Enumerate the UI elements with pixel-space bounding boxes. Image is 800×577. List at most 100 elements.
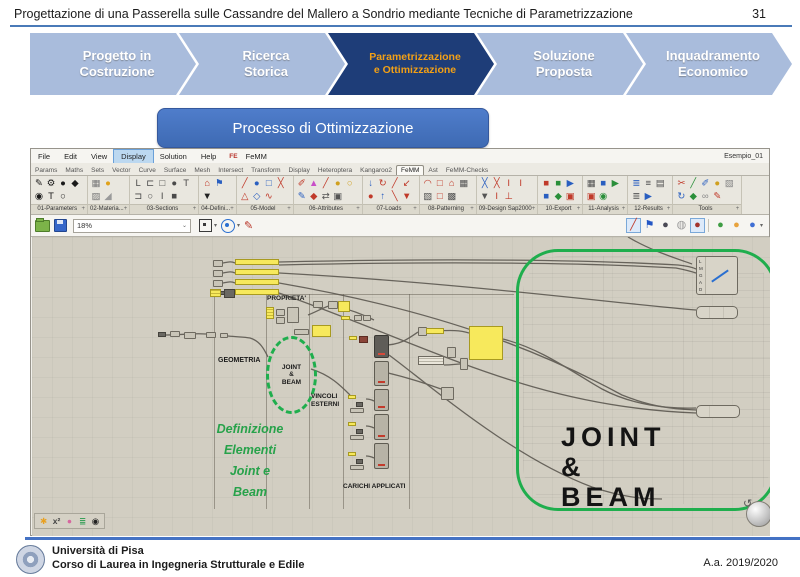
gh-node[interactable] xyxy=(158,332,166,337)
wireframe-preview-icon[interactable]: ◍ xyxy=(674,218,689,233)
toolbar-group-label[interactable]: 09-Design Sap2000+ xyxy=(477,204,538,214)
toolbar-group-label[interactable]: 05-Model+ xyxy=(237,204,293,214)
tab-femm[interactable]: FeMM xyxy=(396,165,424,175)
gh-node[interactable] xyxy=(210,289,221,297)
toolbar-icon[interactable]: □ xyxy=(263,177,275,190)
toolbar-icon[interactable]: ≡ xyxy=(642,177,654,190)
tab-maths[interactable]: Maths xyxy=(61,166,87,175)
toolbar-icon[interactable]: I xyxy=(156,190,168,203)
grasshopper-widget-icon[interactable]: ✱ xyxy=(37,515,50,527)
femm-component[interactable] xyxy=(374,414,389,440)
gh-node[interactable] xyxy=(213,260,223,267)
gh-node[interactable] xyxy=(213,270,223,277)
toolbar-icon[interactable]: ▧ xyxy=(422,190,434,203)
toolbar-icon[interactable]: I xyxy=(491,190,503,203)
menu-item-help[interactable]: Help xyxy=(194,150,223,163)
gh-node[interactable] xyxy=(350,435,364,440)
node-canvas[interactable]: PROPRIETA' GEOMETRIA JOINT & BEAM VINCOL… xyxy=(32,237,770,536)
toolbar-icon[interactable]: ⊐ xyxy=(132,190,144,203)
toolbar-icon[interactable]: ● xyxy=(332,177,344,190)
toolbar-icon[interactable]: ◆ xyxy=(687,190,699,203)
toolbar-icon[interactable]: ✂ xyxy=(675,177,687,190)
hidden-preview-icon[interactable]: ● xyxy=(658,218,673,233)
toolbar-icon[interactable]: ▼ xyxy=(401,190,413,203)
line-component[interactable]: LMGAD xyxy=(696,256,738,295)
toolbar-icon[interactable]: ○ xyxy=(144,190,156,203)
toolbar-icon[interactable]: ● xyxy=(168,177,180,190)
tab-intersect[interactable]: Intersect xyxy=(214,166,247,175)
gh-node[interactable] xyxy=(354,315,362,321)
toolbar-icon[interactable]: △ xyxy=(239,190,251,203)
tab-femm-checks[interactable]: FeMM-Checks xyxy=(442,166,492,175)
draft-display-icon[interactable]: ⚑ xyxy=(642,218,657,233)
toolbar-icon[interactable]: ● xyxy=(711,177,723,190)
number-slider[interactable] xyxy=(235,269,279,275)
toolbar-icon[interactable]: ● xyxy=(102,177,114,190)
solver-pause-icon[interactable]: ● xyxy=(729,218,744,233)
toolbar-group-label[interactable]: Tools+ xyxy=(673,204,741,214)
gh-node[interactable] xyxy=(213,280,223,287)
preview-eye-icon[interactable] xyxy=(221,219,235,233)
gh-node[interactable] xyxy=(447,347,456,358)
femm-component[interactable] xyxy=(374,335,389,358)
toolbar-icon[interactable]: ▶ xyxy=(609,177,621,190)
toolbar-icon[interactable]: ▲ xyxy=(308,177,320,190)
solver-on-icon[interactable]: ● xyxy=(713,218,728,233)
paint-canvas-icon[interactable]: ✎ xyxy=(244,219,253,232)
menu-item-femm[interactable]: FeMM xyxy=(239,150,274,163)
gh-node[interactable] xyxy=(350,465,364,470)
gh-node[interactable] xyxy=(328,301,338,309)
number-slider[interactable] xyxy=(235,259,279,265)
toolbar-icon[interactable]: ○ xyxy=(57,190,69,203)
menu-item-view[interactable]: View xyxy=(84,150,114,163)
gh-node[interactable] xyxy=(313,301,323,308)
toolbar-icon[interactable]: ▦ xyxy=(90,177,102,190)
number-slider[interactable] xyxy=(235,279,279,285)
toolbar-icon[interactable]: ◉ xyxy=(597,190,609,203)
pill-component[interactable] xyxy=(696,306,738,319)
gh-node[interactable] xyxy=(341,316,350,320)
menu-item-file[interactable]: File xyxy=(31,150,57,163)
femm-component[interactable] xyxy=(374,389,389,411)
panel-node[interactable] xyxy=(469,326,503,360)
menu-item-solution[interactable]: Solution xyxy=(153,150,194,163)
toolbar-icon[interactable]: ╳ xyxy=(491,177,503,190)
toolbar-icon[interactable]: ╱ xyxy=(320,177,332,190)
gh-node[interactable] xyxy=(441,387,454,400)
toolbar-group-label[interactable]: 01-Parameters+ xyxy=(31,204,87,214)
toolbar-icon[interactable]: ◆ xyxy=(308,190,320,203)
toolbar-icon[interactable]: □ xyxy=(434,177,446,190)
gh-node[interactable] xyxy=(170,331,180,337)
toolbar-icon[interactable]: ↻ xyxy=(377,177,389,190)
tab-kangaroo2[interactable]: Kangaroo2 xyxy=(356,166,396,175)
galapagos-widget-icon[interactable]: ● xyxy=(63,515,76,527)
tab-params[interactable]: Params xyxy=(31,166,61,175)
zoom-dropdown[interactable]: 18% ⌄ xyxy=(73,219,191,233)
toolbar-icon[interactable]: ✐ xyxy=(699,177,711,190)
toolbar-icon[interactable]: ◉ xyxy=(33,190,45,203)
toolbar-icon[interactable]: ⇄ xyxy=(320,190,332,203)
toolbar-icon[interactable]: ⚑ xyxy=(213,177,225,190)
gh-node[interactable] xyxy=(348,422,356,426)
tab-vector[interactable]: Vector xyxy=(108,166,134,175)
panel-node[interactable] xyxy=(312,325,331,337)
toolbar-icon[interactable]: ◠ xyxy=(422,177,434,190)
toolbar-icon[interactable]: ■ xyxy=(168,190,180,203)
toolbar-icon[interactable]: ▨ xyxy=(90,190,102,203)
toolbar-icon[interactable]: ∿ xyxy=(263,190,275,203)
toolbar-icon[interactable]: ◇ xyxy=(251,190,263,203)
toolbar-icon[interactable]: ● xyxy=(251,177,263,190)
gh-node[interactable] xyxy=(349,336,357,340)
zoom-extents-icon[interactable] xyxy=(199,219,212,232)
toolbar-group-label[interactable]: 07-Loads+ xyxy=(363,204,419,214)
toolbar-icon[interactable]: ● xyxy=(365,190,377,203)
toolbar-icon[interactable]: ■ xyxy=(552,177,564,190)
tab-heteroptera[interactable]: Heteroptera xyxy=(314,166,356,175)
toolbar-icon[interactable]: ▧ xyxy=(723,177,735,190)
gh-node[interactable] xyxy=(356,402,363,407)
tab-ast[interactable]: Ast xyxy=(424,166,441,175)
gh-node[interactable] xyxy=(363,315,371,321)
toolbar-group-label[interactable]: 02-Materia...+ xyxy=(88,204,129,214)
toolbar-icon[interactable]: ╱ xyxy=(687,177,699,190)
gh-node[interactable] xyxy=(276,309,285,316)
